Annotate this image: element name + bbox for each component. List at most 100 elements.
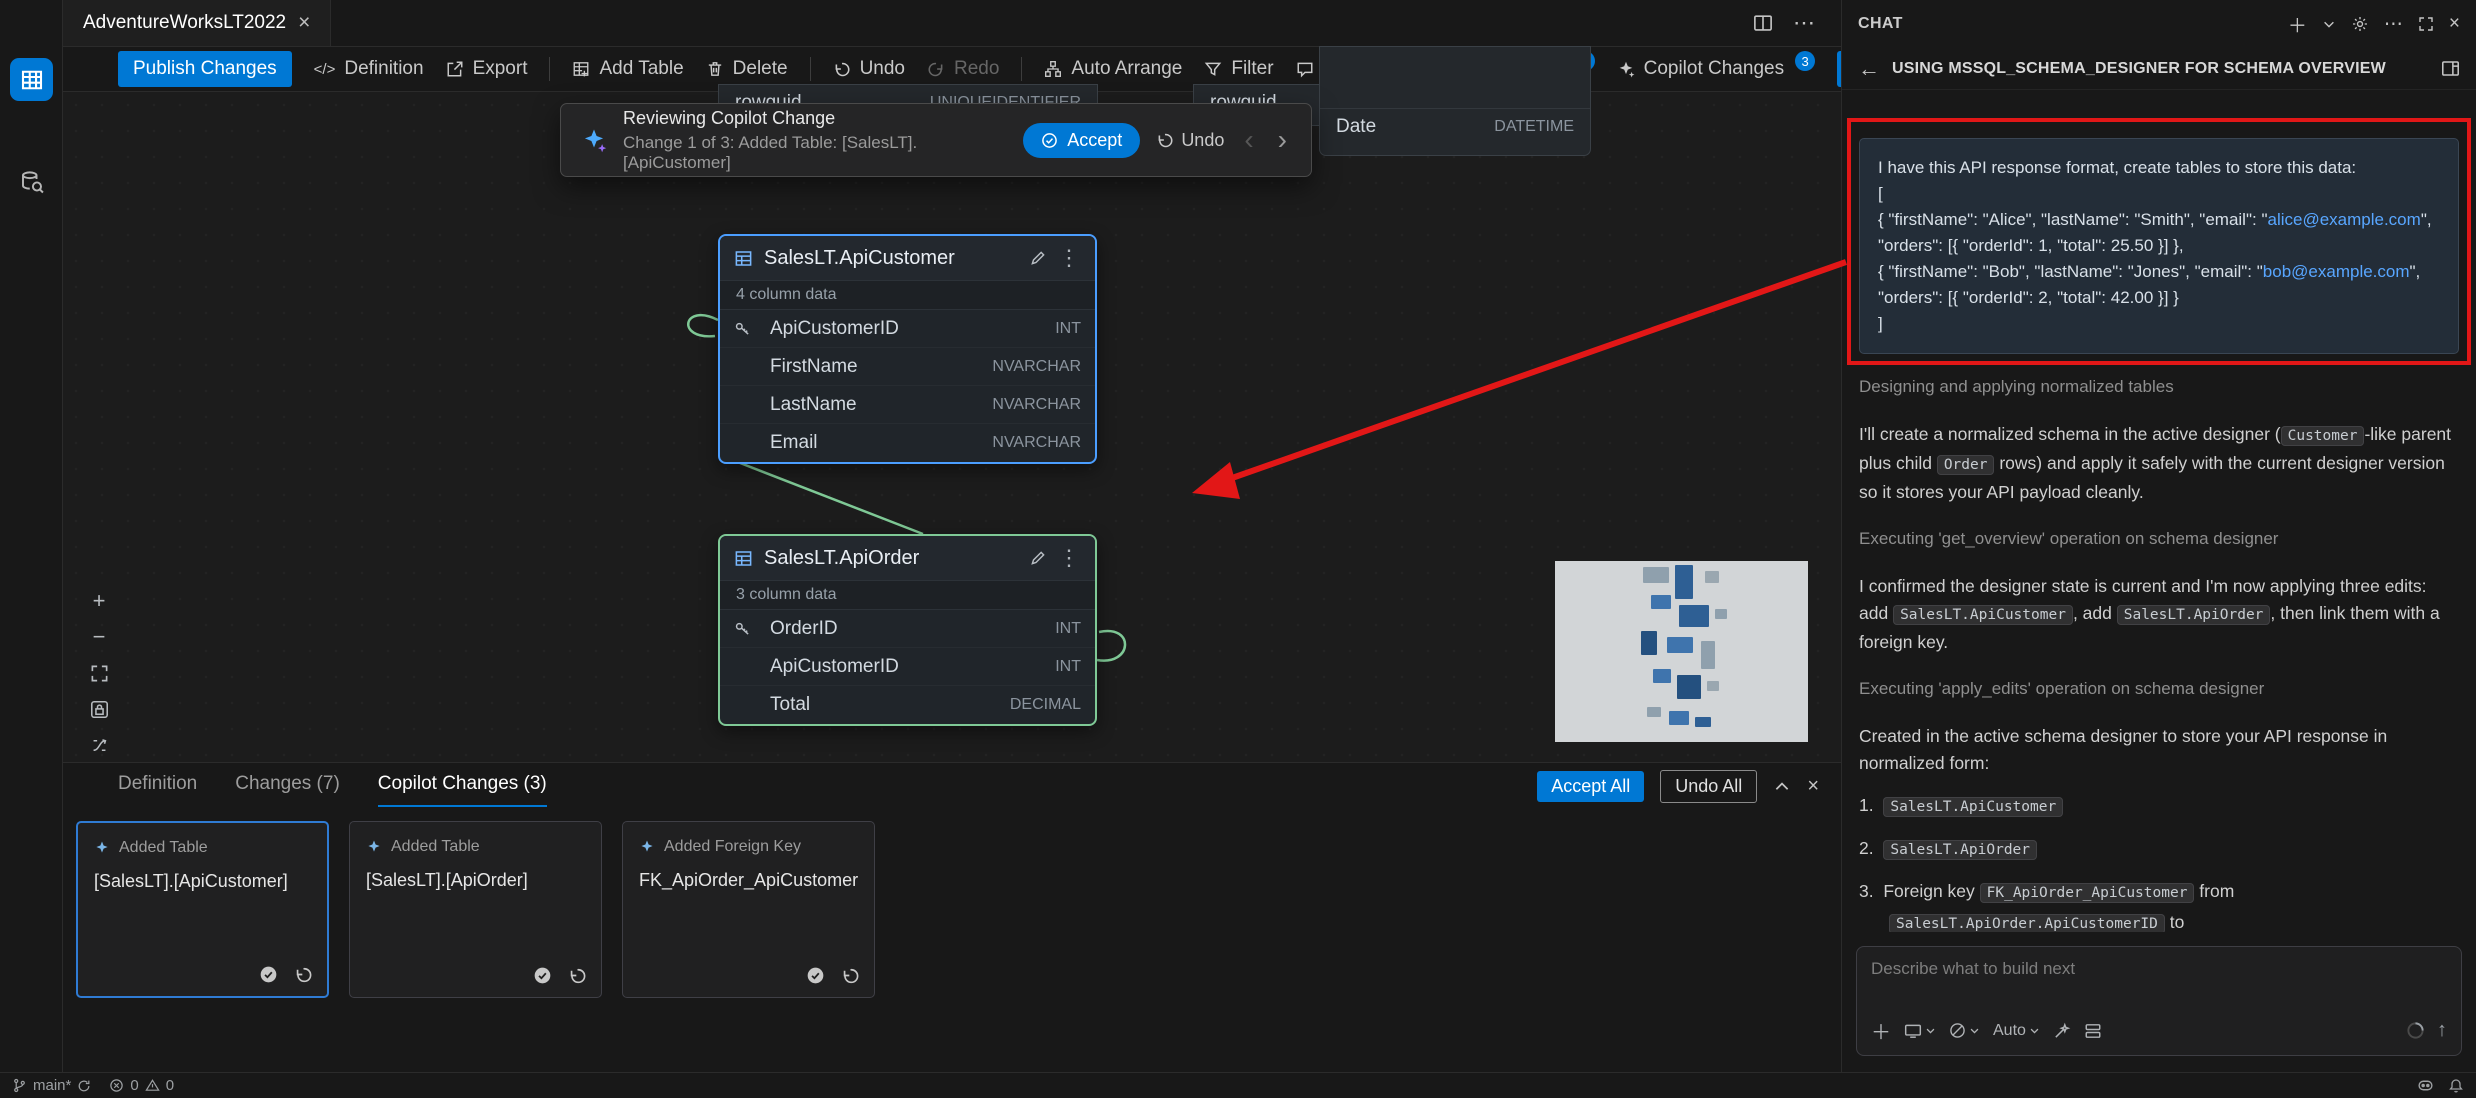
edit-pencil-icon[interactable] [1029,249,1047,267]
table-node-apiorder[interactable]: SalesLT.ApiOrder ⋮ 3 column data OrderID… [718,534,1097,726]
close-panel-icon[interactable]: × [1807,775,1819,798]
notifications-bell-icon[interactable] [2448,1078,2464,1094]
more-actions-icon[interactable]: ⋯ [2384,13,2403,36]
copilot-changes-button[interactable]: Copilot Changes 3 [1617,58,1815,80]
chat-input-box[interactable]: ＋ Auto ↑ [1856,946,2462,1056]
screen-context-picker[interactable] [1904,1022,1936,1040]
tab-definition[interactable]: Definition [118,763,197,807]
edit-pencil-icon[interactable] [1029,549,1047,567]
discard-change-icon[interactable] [568,966,587,985]
change-card-foreignkey[interactable]: Added Foreign Key FK_ApiOrder_ApiCustome… [622,821,875,998]
accept-change-icon[interactable] [533,966,552,985]
inline-code: SalesLT.ApiOrder [1883,840,2037,860]
database-search-icon[interactable] [10,160,53,203]
publish-changes-button[interactable]: Publish Changes [118,51,292,87]
new-chat-icon[interactable]: ＋ [2288,11,2307,38]
column-row[interactable]: ApiCustomerID INT [720,648,1095,686]
filter-button[interactable]: Filter [1204,58,1273,80]
delete-button[interactable]: Delete [706,58,788,80]
slash-circle-icon [1949,1022,1966,1039]
zoom-out-button[interactable]: − [85,623,113,651]
kebab-menu-icon[interactable]: ⋮ [1058,245,1081,271]
minimap[interactable] [1555,561,1808,742]
schema-designer-icon[interactable] [10,58,53,101]
email-link[interactable]: alice@example.com [2267,210,2420,229]
table-node-header[interactable]: SalesLT.ApiOrder ⋮ [720,536,1095,580]
close-panel-icon[interactable]: × [2449,13,2460,35]
sync-icon[interactable] [77,1079,91,1093]
trash-icon [706,60,724,78]
change-card-apiorder[interactable]: Added Table [SalesLT].[ApiOrder] [349,821,602,998]
copilot-changes-badge: 3 [1795,51,1815,71]
card-name: FK_ApiOrder_ApiCustomer [639,870,858,891]
previous-change-icon[interactable]: ‹ [1240,126,1257,154]
column-row[interactable]: OrderID INT [720,610,1095,648]
maximize-panel-icon[interactable] [2418,16,2434,32]
add-table-button[interactable]: Add Table [572,58,683,80]
split-editor-icon[interactable] [1753,13,1773,33]
discard-change-icon[interactable] [841,966,860,985]
table-node-header[interactable]: SalesLT.ApiCustomer ⋮ [720,236,1095,280]
auto-arrange-button[interactable]: Auto Arrange [1044,58,1182,80]
mode-picker[interactable] [1949,1022,1980,1039]
tab-close-icon[interactable]: × [298,11,310,35]
git-branch-item[interactable]: main* [12,1077,91,1094]
accept-change-icon[interactable] [806,966,825,985]
mcp-servers-icon[interactable] [2084,1022,2102,1040]
copilot-status-icon[interactable] [2417,1077,2434,1094]
undo-change-button[interactable]: Undo [1156,130,1224,151]
schema-canvas[interactable]: rowguid UNIQUEIDENTIFIER rowguid Date DA… [63,92,1841,762]
assistant-paragraph: Created in the active schema designer to… [1859,723,2459,777]
accept-all-button[interactable]: Accept All [1537,771,1644,802]
column-row[interactable]: Total DECIMAL [720,686,1095,724]
column-row[interactable]: LastName NVARCHAR [720,386,1095,424]
open-in-editor-icon[interactable] [2441,59,2460,78]
add-context-icon[interactable]: ＋ [1871,1016,1891,1045]
reroute-icon[interactable] [85,731,113,759]
collapse-panel-icon[interactable] [1773,778,1791,796]
undo-all-button[interactable]: Undo All [1660,770,1757,803]
column-row[interactable] [1320,47,1590,109]
discard-change-icon[interactable] [294,965,313,984]
accept-change-button[interactable]: Accept [1023,123,1140,158]
export-button[interactable]: Export [446,58,528,80]
column-row[interactable]: Date DATETIME [1320,109,1590,145]
filter-icon [1204,60,1222,78]
more-actions-icon[interactable]: ⋯ [1793,10,1815,36]
kebab-menu-icon[interactable]: ⋮ [1058,545,1081,571]
copilot-change-cards: Added Table [SalesLT].[ApiCustomer] Adde… [63,807,1841,998]
email-link[interactable]: bob@example.com [2263,262,2410,281]
column-row[interactable]: Email NVARCHAR [720,424,1095,462]
back-arrow-icon[interactable]: ← [1858,56,1880,82]
undo-button[interactable]: Undo [833,58,905,80]
chevron-down-icon[interactable] [2322,17,2336,31]
warnings-icon [145,1078,160,1093]
progress-label: Designing and applying normalized tables [1859,377,2459,397]
copilot-sparkle-icon [581,127,607,153]
tab-adventureworks[interactable]: AdventureWorksLT2022 × [63,0,331,46]
problems-item[interactable]: 0 0 [109,1077,174,1094]
canvas-controls: + − [85,587,113,759]
fit-view-icon[interactable] [85,659,113,687]
table-node-apicustomer[interactable]: SalesLT.ApiCustomer ⋮ 4 column data ApiC… [718,234,1097,464]
chat-input[interactable] [1871,959,2447,979]
redo-button[interactable]: Redo [927,58,999,80]
change-card-apicustomer[interactable]: Added Table [SalesLT].[ApiCustomer] [76,821,329,998]
tab-changes[interactable]: Changes (7) [235,763,340,807]
tab-copilot-changes[interactable]: Copilot Changes (3) [378,763,547,807]
column-row[interactable]: ApiCustomerID INT [720,310,1095,348]
lock-icon[interactable] [85,695,113,723]
partial-table-right[interactable]: Date DATETIME [1319,46,1591,156]
tabbar-actions: ⋯ [1753,0,1841,46]
accept-change-icon[interactable] [259,965,278,984]
settings-gear-icon[interactable] [2351,15,2369,33]
tools-wand-icon[interactable] [2053,1022,2071,1040]
column-row[interactable]: FirstName NVARCHAR [720,348,1095,386]
chevron-down-icon [2029,1025,2040,1036]
zoom-in-button[interactable]: + [85,587,113,615]
card-name: [SalesLT].[ApiOrder] [366,870,585,891]
model-picker[interactable]: Auto [1993,1022,2040,1040]
send-button[interactable]: ↑ [2437,1019,2447,1042]
definition-button[interactable]: </> Definition [314,58,424,80]
next-change-icon[interactable]: › [1274,126,1291,154]
